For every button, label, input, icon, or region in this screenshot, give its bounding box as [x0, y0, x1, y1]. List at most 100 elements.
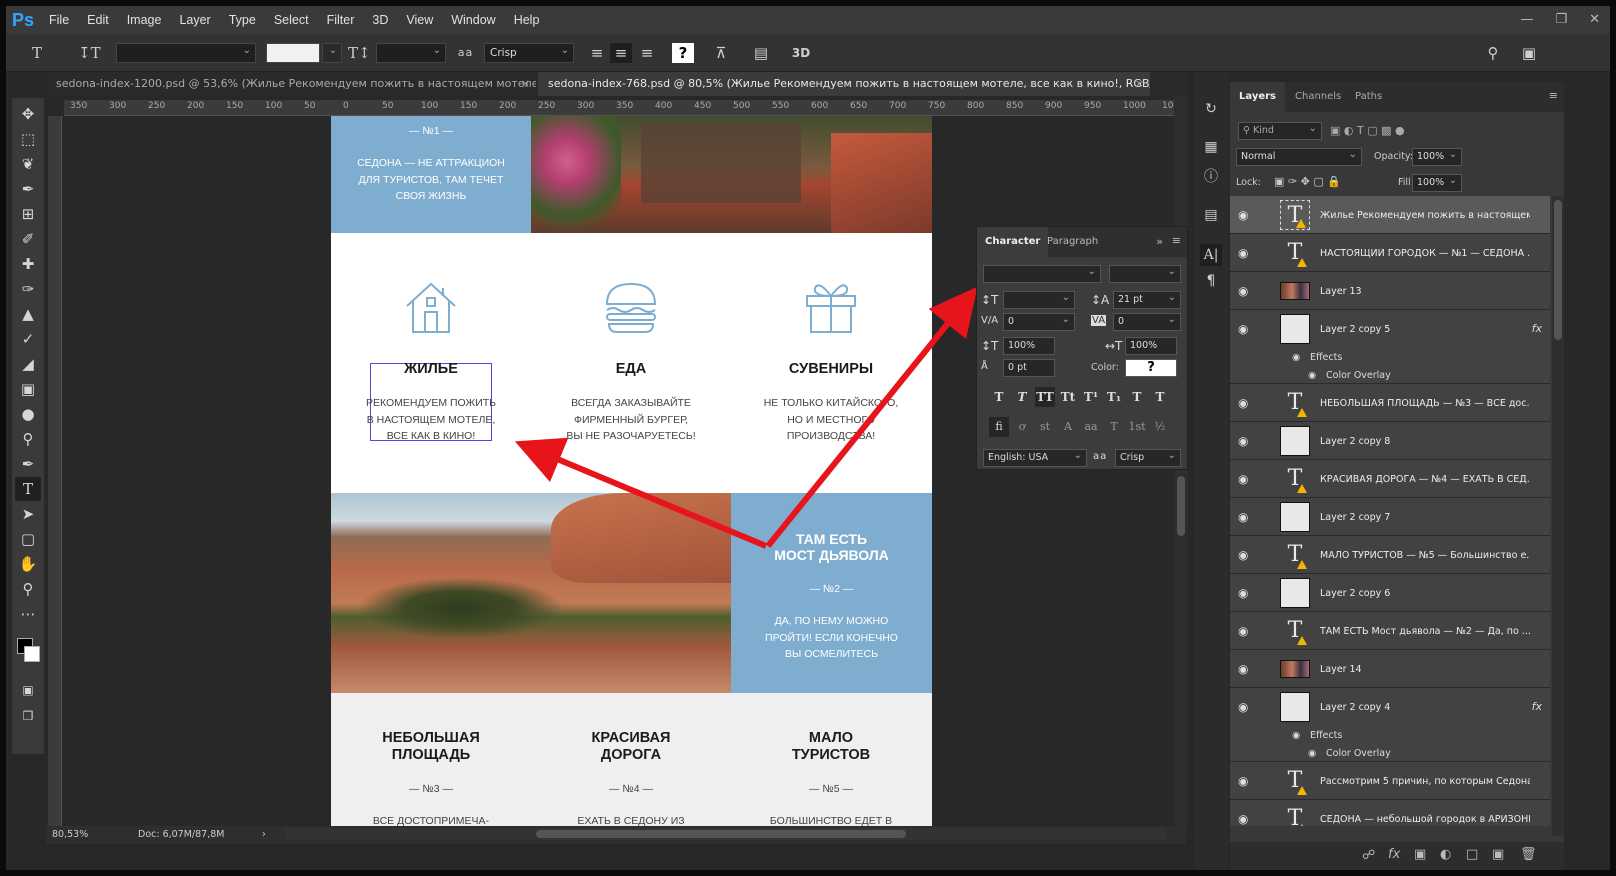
overlay-eye-icon[interactable]: ◉ [1308, 370, 1316, 381]
horizontal-scale-input[interactable]: 100% [1125, 337, 1177, 355]
visibility-eye-icon[interactable]: ◉ [1238, 624, 1248, 638]
opacity-input[interactable]: 100% [1412, 147, 1462, 166]
fx-icon[interactable]: fx [1388, 847, 1400, 862]
status-arrow-icon[interactable]: › [262, 826, 266, 844]
layer-row[interactable]: ◉ Layer 2 copy 6 [1230, 574, 1550, 612]
font-family-select[interactable] [983, 264, 1101, 283]
visibility-eye-icon[interactable]: ◉ [1238, 284, 1248, 298]
paragraph-panel-icon[interactable]: ¶ [1200, 270, 1222, 292]
vertical-scale-input[interactable]: 100% [1003, 337, 1055, 355]
layer-row[interactable]: ◉ T НАСТОЯЩИЙ ГОРОДОК — №1 — СЕДОНА ... [1230, 234, 1550, 272]
visibility-eye-icon[interactable]: ◉ [1238, 208, 1248, 222]
fill-input[interactable]: 100% [1412, 173, 1462, 192]
layer-row[interactable]: ◉ Layer 2 copy 4 fx ◉ Effects ◉ Color Overlay [1230, 688, 1550, 762]
tab-paths[interactable]: Paths [1346, 82, 1391, 112]
style-button-1[interactable]: T [1012, 387, 1032, 407]
delete-layer-icon[interactable]: 🗑 [1520, 847, 1537, 862]
opentype-button-7[interactable]: ½ [1150, 417, 1170, 437]
fx-badge[interactable]: fx [1532, 322, 1542, 335]
clone-source-icon[interactable]: ▤ [1200, 204, 1222, 226]
opentype-button-2[interactable]: st [1035, 417, 1055, 437]
visibility-eye-icon[interactable]: ◉ [1238, 322, 1248, 336]
collapse-icon[interactable]: » [1156, 235, 1163, 248]
zoom-level[interactable]: 80,53% [52, 826, 88, 844]
fx-badge[interactable]: fx [1532, 700, 1542, 713]
visibility-eye-icon[interactable]: ◉ [1238, 700, 1248, 714]
opentype-button-5[interactable]: T [1104, 417, 1124, 437]
kind-filter-select[interactable]: ⚲ Kind [1238, 121, 1322, 140]
tab-paragraph[interactable]: Paragraph [1039, 227, 1106, 257]
scroll-thumb[interactable] [536, 830, 906, 838]
adjustment-icon[interactable]: ◐ [1440, 847, 1451, 862]
layer-row[interactable]: ◉ T Жилье Рекомендуем пожить в настоящем .… [1230, 196, 1550, 234]
layer-row[interactable]: ◉ T МАЛО ТУРИСТОВ — №5 — Большинство е... [1230, 536, 1550, 574]
visibility-eye-icon[interactable]: ◉ [1238, 472, 1248, 486]
lock-icons[interactable]: ▣ ✑ ✥ ▢ 🔒 [1274, 175, 1341, 188]
group-icon[interactable]: □ [1466, 847, 1478, 862]
tab-channels[interactable]: Channels [1286, 82, 1350, 112]
blend-mode-select[interactable]: Normal [1236, 147, 1362, 166]
antialias-select[interactable]: Crisp [1115, 448, 1181, 467]
layer-thumbnail [1280, 426, 1310, 456]
baseline-shift-input[interactable]: 0 pt [1003, 359, 1055, 377]
character-panel-icon[interactable]: A| [1200, 244, 1222, 266]
opentype-button-0[interactable]: fi [989, 417, 1009, 437]
tracking-input[interactable]: 0 [1113, 312, 1181, 331]
font-size-input[interactable] [1003, 290, 1075, 309]
layer-row[interactable]: ◉ Layer 13 [1230, 272, 1550, 310]
opentype-button-4[interactable]: aa [1081, 417, 1101, 437]
mask-icon[interactable]: ▣ [1414, 847, 1426, 862]
opentype-button-6[interactable]: 1st [1127, 417, 1147, 437]
opentype-button-3[interactable]: A [1058, 417, 1078, 437]
color-overlay-label: Color Overlay [1326, 370, 1391, 381]
font-style-select[interactable] [1109, 264, 1181, 283]
layer-row[interactable]: ◉ T НЕБОЛЬШАЯ ПЛОЩАДЬ — №3 — ВСЕ дос... [1230, 384, 1550, 422]
language-select[interactable]: English: USA [983, 448, 1087, 467]
tab-character[interactable]: Character [977, 227, 1049, 257]
style-button-0[interactable]: T [989, 387, 1009, 407]
layer-row[interactable]: ◉ Layer 14 [1230, 650, 1550, 688]
visibility-eye-icon[interactable]: ◉ [1238, 812, 1248, 826]
effects-eye-icon[interactable]: ◉ [1292, 730, 1300, 741]
visibility-eye-icon[interactable]: ◉ [1238, 396, 1248, 410]
panel-menu-icon[interactable]: ≡ [1549, 89, 1558, 102]
visibility-eye-icon[interactable]: ◉ [1238, 434, 1248, 448]
opentype-button-1[interactable]: ơ [1012, 417, 1032, 437]
properties-icon[interactable]: ▦ [1200, 136, 1222, 158]
visibility-eye-icon[interactable]: ◉ [1238, 662, 1248, 676]
visibility-eye-icon[interactable]: ◉ [1238, 586, 1248, 600]
visibility-eye-icon[interactable]: ◉ [1238, 246, 1248, 260]
link-layers-icon[interactable]: ☍ [1362, 848, 1375, 863]
style-button-5[interactable]: T₁ [1104, 387, 1124, 407]
effects-label: Effects [1310, 352, 1343, 363]
style-button-3[interactable]: Tt [1058, 387, 1078, 407]
style-button-7[interactable]: T [1150, 387, 1170, 407]
history-icon[interactable]: ↻ [1200, 98, 1222, 120]
horizontal-scrollbar[interactable] [286, 828, 1166, 840]
tab-layers[interactable]: Layers [1230, 82, 1285, 112]
layer-row[interactable]: ◉ T КРАСИВАЯ ДОРОГА — №4 — ЕХАТЬ В СЕД... [1230, 460, 1550, 498]
layer-row[interactable]: ◉ Layer 2 copy 7 [1230, 498, 1550, 536]
effects-eye-icon[interactable]: ◉ [1292, 352, 1300, 363]
layers-scrollbar[interactable] [1552, 196, 1564, 836]
color-swatch[interactable]: ? [1125, 359, 1177, 377]
layer-row[interactable]: ◉ T ТАМ ЕСТЬ Мост дьявола — №2 — Да, по ..… [1230, 612, 1550, 650]
style-button-2[interactable]: TT [1035, 387, 1055, 407]
filter-icons[interactable]: ▣ ◐ T ▢ ▩ ● [1330, 124, 1405, 137]
layer-row[interactable]: ◉ T СЕДОНА — небольшой городок в АРИЗОНЕ [1230, 800, 1550, 826]
layer-row[interactable]: ◉ Layer 2 copy 8 [1230, 422, 1550, 460]
style-button-4[interactable]: T¹ [1081, 387, 1101, 407]
layer-row[interactable]: ◉ Layer 2 copy 5 fx ◉ Effects ◉ Color Overlay [1230, 310, 1550, 384]
leading-input[interactable]: 21 pt [1113, 290, 1181, 309]
visibility-eye-icon[interactable]: ◉ [1238, 510, 1248, 524]
kerning-input[interactable]: 0 [1003, 312, 1075, 331]
visibility-eye-icon[interactable]: ◉ [1238, 774, 1248, 788]
info-icon[interactable]: ⓘ [1200, 166, 1222, 188]
overlay-eye-icon[interactable]: ◉ [1308, 748, 1316, 759]
scroll-thumb[interactable] [1177, 476, 1185, 536]
panel-menu-icon[interactable]: ≡ [1172, 234, 1181, 247]
new-layer-icon[interactable]: ▣ [1492, 847, 1504, 862]
visibility-eye-icon[interactable]: ◉ [1238, 548, 1248, 562]
layer-row[interactable]: ◉ T Рассмотрим 5 причин, по которым Седона… [1230, 762, 1550, 800]
style-button-6[interactable]: T [1127, 387, 1147, 407]
